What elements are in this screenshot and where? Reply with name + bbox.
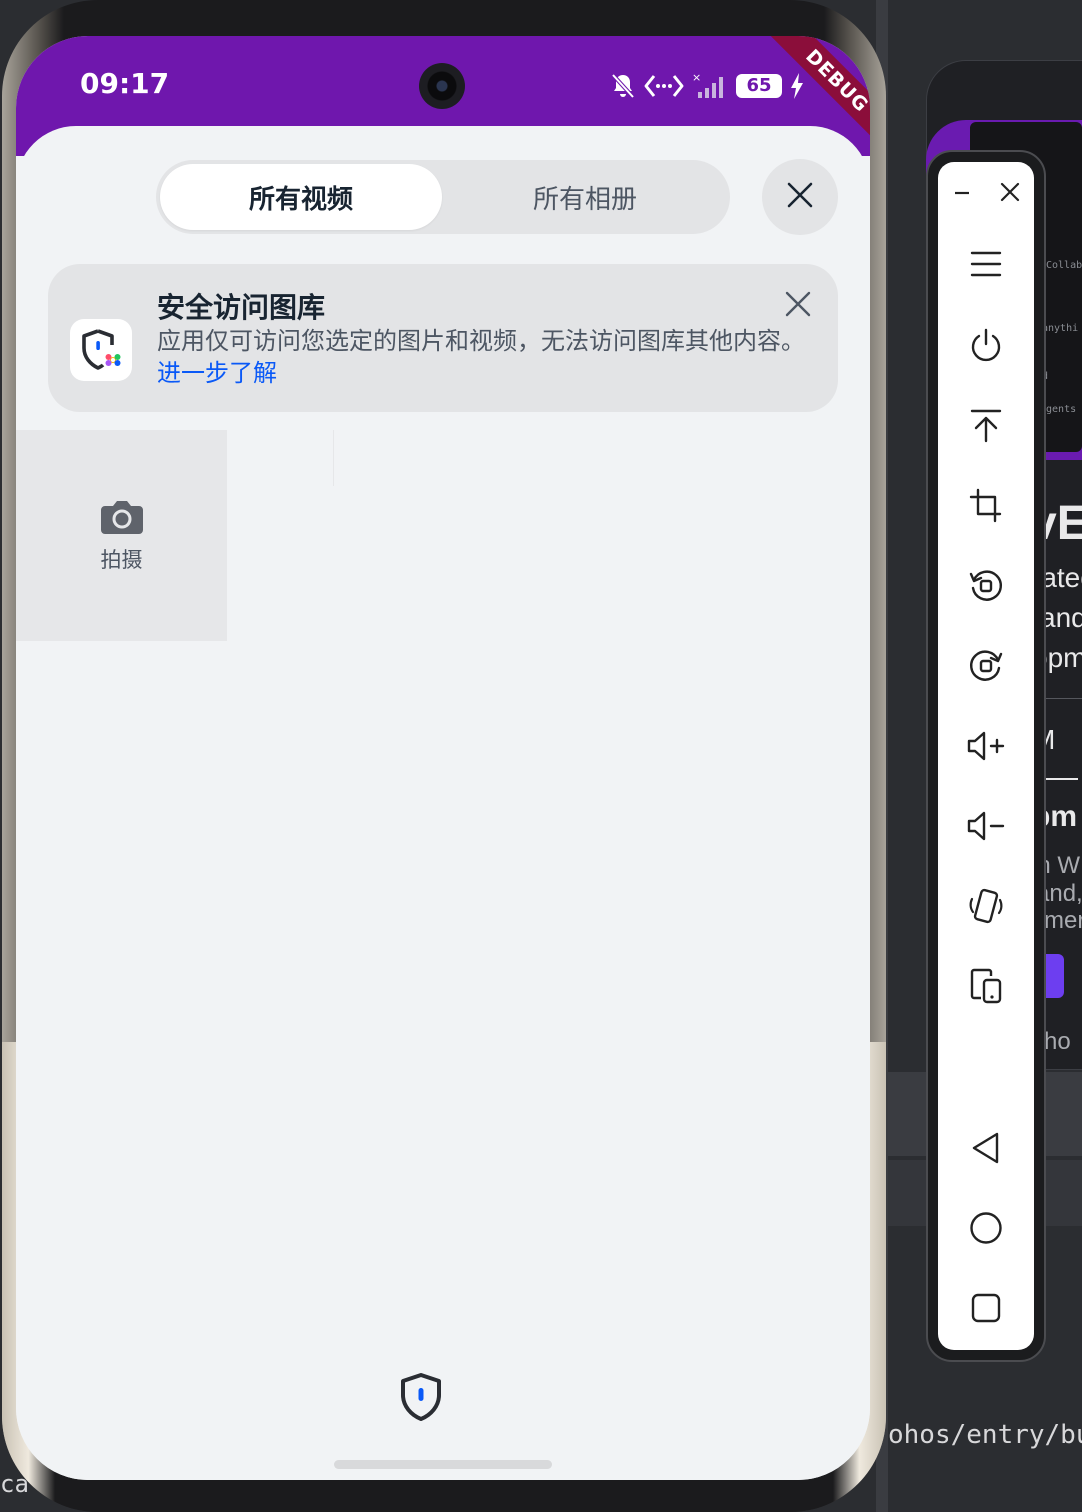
home-button[interactable]: [956, 1200, 1016, 1260]
ide-snippet: anythi: [1042, 323, 1079, 334]
svg-text:×: ×: [692, 72, 701, 84]
multi-device-button[interactable]: [956, 958, 1016, 1018]
upload-to-top-button[interactable]: [956, 398, 1016, 458]
close-icon: [1000, 182, 1020, 206]
status-icons: × 65: [610, 70, 804, 102]
rotate-right-icon: [968, 648, 1004, 688]
minimize-button[interactable]: [946, 178, 978, 210]
volume-up-icon: [966, 730, 1006, 766]
rotate-right-button[interactable]: [956, 638, 1016, 698]
home-indicator[interactable]: [334, 1460, 552, 1469]
volume-down-button[interactable]: [956, 798, 1016, 858]
home-icon: [969, 1211, 1003, 1249]
close-icon: [787, 182, 813, 212]
battery-icon: 65: [736, 74, 782, 98]
power-icon: [969, 328, 1003, 368]
tab-all-videos[interactable]: 所有视频: [160, 164, 442, 230]
back-button[interactable]: [956, 1120, 1016, 1180]
rotate-left-button[interactable]: [956, 558, 1016, 618]
notice-title: 安全访问图库: [157, 291, 326, 324]
shake-button[interactable]: [956, 878, 1016, 938]
volume-up-button[interactable]: [956, 718, 1016, 778]
power-button[interactable]: [956, 318, 1016, 378]
dismiss-notice-button[interactable]: [784, 290, 812, 318]
charging-icon: [790, 73, 804, 99]
rotate-left-icon: [968, 568, 1004, 608]
album-tab-bar: 所有视频 所有相册: [156, 160, 730, 234]
menu-icon: [969, 249, 1003, 283]
recent-apps-button[interactable]: [956, 1280, 1016, 1340]
camera-icon: [99, 498, 145, 540]
close-picker-button[interactable]: [762, 159, 838, 235]
recent-apps-icon: [970, 1292, 1002, 1328]
ide-terminal-path: ohos/entry/bu: [888, 1420, 1082, 1450]
notice-body: 应用仅可访问您选定的图片和视频，无法访问图库其他内容。进一步了解: [157, 325, 817, 389]
signal-icon: ×: [692, 72, 728, 100]
tab-all-albums[interactable]: 所有相册: [444, 164, 726, 230]
secure-access-notice: 安全访问图库 应用仅可访问您选定的图片和视频，无法访问图库其他内容。进一步了解: [48, 264, 838, 412]
ide-snippet: Collab: [1046, 260, 1082, 271]
phone-screen: 09:17 × 65 DEBUG 所有视频 所有相册 安全访问图库 应用仅可访问…: [16, 36, 870, 1480]
shield-gallery-icon: [70, 319, 132, 381]
emulator-toolbar: [938, 162, 1034, 1350]
photo-picker-sheet: 所有视频 所有相册 安全访问图库 应用仅可访问您选定的图片和视频，无法访问图库其…: [16, 126, 870, 1480]
learn-more-link[interactable]: 进一步了解: [157, 359, 277, 387]
grid-divider: [333, 430, 334, 486]
data-transfer-icon: [644, 73, 684, 99]
bell-off-icon: [610, 72, 636, 100]
ide-text-fragment: and: [1040, 602, 1082, 633]
menu-button[interactable]: [956, 236, 1016, 296]
take-photo-tile[interactable]: 拍摄: [16, 430, 227, 641]
notice-text: 应用仅可访问您选定的图片和视频，无法访问图库其他内容。: [157, 327, 805, 355]
status-time: 09:17: [80, 67, 170, 100]
minimize-icon: [953, 183, 971, 205]
multi-device-icon: [969, 968, 1003, 1008]
security-shield-icon: [399, 1372, 443, 1422]
crop-button[interactable]: [956, 478, 1016, 538]
crop-icon: [969, 488, 1003, 528]
take-photo-label: 拍摄: [100, 547, 143, 572]
upload-to-top-icon: [969, 408, 1003, 448]
back-icon: [970, 1131, 1002, 1169]
volume-down-icon: [966, 810, 1006, 846]
close-emulator-button[interactable]: [994, 178, 1026, 210]
shake-phone-icon: [968, 887, 1004, 929]
front-camera: [419, 63, 465, 109]
close-icon: [784, 291, 812, 322]
